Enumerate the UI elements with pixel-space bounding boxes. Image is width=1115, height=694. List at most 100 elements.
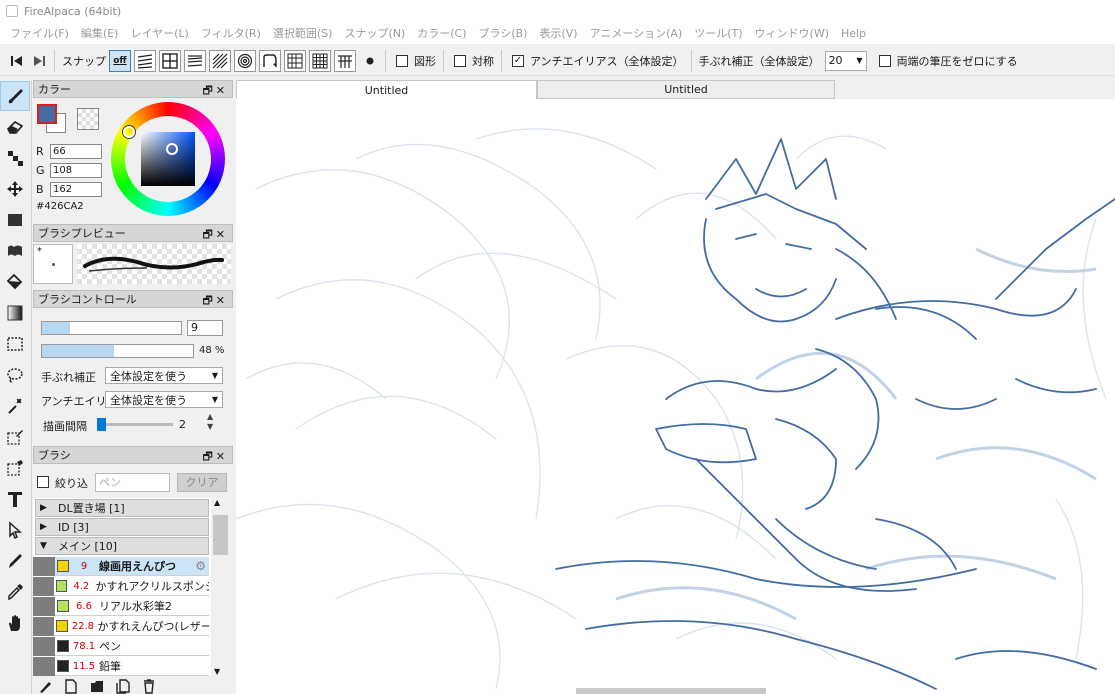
filter-checkbox[interactable]: [37, 476, 49, 488]
panel-float-close-icon[interactable]: 🗗✕: [202, 226, 228, 245]
interval-spinner[interactable]: ▲ ▼: [207, 412, 213, 432]
duplicate-brush-icon[interactable]: [115, 678, 131, 694]
shape-checkbox[interactable]: [396, 54, 408, 67]
r-input[interactable]: 66: [50, 144, 102, 159]
move-tool-icon[interactable]: [0, 174, 30, 204]
snap-curve-icon[interactable]: [259, 49, 281, 72]
horizontal-scrollbar[interactable]: [576, 688, 766, 694]
snap-vanishing-point-icon[interactable]: [184, 49, 206, 72]
b-input[interactable]: 162: [50, 182, 102, 197]
gear-icon[interactable]: ⚙: [195, 559, 206, 573]
document-tab[interactable]: Untitled: [537, 80, 835, 99]
panel-float-close-icon[interactable]: 🗗✕: [202, 292, 228, 311]
new-brush-icon[interactable]: [63, 678, 79, 694]
operation-tool-icon[interactable]: [0, 515, 30, 545]
size-slider[interactable]: [41, 321, 182, 335]
delete-brush-icon[interactable]: [141, 678, 157, 694]
transparent-color-swatch[interactable]: [77, 108, 99, 130]
lasso-tool-icon[interactable]: [0, 360, 30, 390]
menu-item[interactable]: Help: [835, 27, 872, 40]
brush-tool-icon[interactable]: [0, 81, 30, 111]
interval-slider-thumb[interactable]: [97, 418, 106, 431]
rectangle-fill-icon[interactable]: [0, 205, 30, 235]
scrollbar-thumb[interactable]: [213, 515, 228, 555]
brush-dot-icon[interactable]: [359, 50, 381, 72]
hand-tool-icon[interactable]: [0, 608, 30, 638]
next-frame-icon[interactable]: [28, 50, 50, 72]
menu-item[interactable]: 選択範囲(S): [267, 25, 339, 41]
scroll-up-icon[interactable]: ▲: [214, 498, 220, 507]
brush-item[interactable]: 11.5 鉛筆: [33, 656, 209, 676]
panel-float-close-icon[interactable]: 🗗✕: [202, 82, 228, 101]
clear-button[interactable]: クリア: [177, 473, 227, 492]
shape-fill-icon[interactable]: [0, 236, 30, 266]
stabilizer-dropdown[interactable]: 全体設定を使う ▼: [105, 367, 223, 384]
saturation-value-square[interactable]: [141, 132, 195, 186]
snap-concentric-circle-icon[interactable]: [234, 49, 256, 72]
snap-grid-icon[interactable]: [284, 49, 306, 72]
menu-item[interactable]: 編集(E): [75, 25, 125, 41]
brush-settings-icon[interactable]: [37, 678, 53, 694]
size-input[interactable]: 9: [187, 320, 223, 336]
expand-arrow-icon[interactable]: ▼: [40, 541, 58, 551]
dot-tool-icon[interactable]: [0, 143, 30, 173]
magic-wand-icon[interactable]: [0, 391, 30, 421]
g-input[interactable]: 108: [50, 163, 102, 178]
snap-crisscross-icon[interactable]: [159, 49, 181, 72]
toolbar-separator: [443, 49, 444, 72]
menu-item[interactable]: レイヤー(L): [124, 25, 194, 41]
brush-list-scrollbar[interactable]: ▲ ▼: [212, 498, 229, 676]
stabilizer-select[interactable]: 20 ▼: [824, 50, 867, 71]
menu-item[interactable]: フィルタ(R): [195, 25, 267, 41]
select-eraser-icon[interactable]: [0, 453, 30, 483]
symmetry-checkbox[interactable]: [454, 54, 466, 67]
brush-item[interactable]: 22.8 かすれえんぴつ(レザー: [33, 616, 209, 636]
snap-radial-icon[interactable]: [209, 49, 231, 72]
expand-arrow-icon[interactable]: ▶: [40, 503, 58, 513]
menu-item[interactable]: ブラシ(B): [473, 25, 534, 41]
panel-float-close-icon[interactable]: 🗗✕: [202, 448, 228, 467]
menu-item[interactable]: カラー(C): [411, 25, 472, 41]
menu-item[interactable]: ツール(T): [688, 25, 748, 41]
sketch-canvas[interactable]: [236, 99, 1115, 694]
text-tool-icon[interactable]: [0, 484, 30, 514]
brush-category[interactable]: ▶ ID [3]: [35, 518, 209, 536]
brush-item[interactable]: 4.2 かすれアクリルスポンジ: [33, 576, 209, 596]
folder-icon[interactable]: [89, 678, 105, 694]
brush-category[interactable]: ▼ メイン [10]: [35, 537, 209, 555]
filter-input[interactable]: ペン: [95, 473, 170, 492]
antialias-checkbox[interactable]: ✓: [512, 54, 524, 67]
primary-color-swatch[interactable]: [37, 104, 57, 124]
antialias-dropdown[interactable]: 全体設定を使う ▼: [105, 391, 223, 408]
opacity-slider[interactable]: [41, 344, 194, 358]
hue-cursor[interactable]: [123, 126, 135, 138]
document-tab[interactable]: Untitled: [236, 80, 537, 99]
brush-item[interactable]: 78.1 ペン: [33, 636, 209, 656]
menu-item[interactable]: ファイル(F): [4, 25, 75, 41]
color-wheel[interactable]: [111, 102, 225, 216]
gradient-tool-icon[interactable]: [0, 298, 30, 328]
interval-slider[interactable]: [97, 418, 173, 431]
select-tool-icon[interactable]: [0, 329, 30, 359]
expand-arrow-icon[interactable]: ▶: [40, 522, 58, 532]
snap-grid-dense-icon[interactable]: [309, 49, 331, 72]
brush-item[interactable]: 6.6 リアル水彩筆2: [33, 596, 209, 616]
select-pen-icon[interactable]: [0, 422, 30, 452]
scroll-down-icon[interactable]: ▼: [214, 667, 220, 676]
menu-item[interactable]: 表示(V): [533, 25, 583, 41]
brush-category[interactable]: ▶ DL置き場 [1]: [35, 499, 209, 517]
menu-item[interactable]: アニメーション(A): [584, 25, 689, 41]
eyedropper-icon[interactable]: [0, 577, 30, 607]
pen-tool-icon[interactable]: [0, 546, 30, 576]
prev-frame-icon[interactable]: [6, 50, 28, 72]
zero-pressure-checkbox[interactable]: [878, 54, 891, 67]
brush-item[interactable]: 9 線画用えんぴつ ⚙: [33, 556, 209, 576]
menu-item[interactable]: スナップ(N): [338, 25, 411, 41]
menu-item[interactable]: ウィンドウ(W): [749, 25, 835, 41]
snap-perspective-icon[interactable]: [334, 49, 356, 72]
eraser-tool-icon[interactable]: [0, 112, 30, 142]
bucket-tool-icon[interactable]: [0, 267, 30, 297]
snap-parallel-lines-icon[interactable]: [134, 49, 156, 72]
canvas-area[interactable]: Untitled Untitled: [236, 80, 1115, 694]
snap-off-button[interactable]: off: [109, 49, 131, 72]
